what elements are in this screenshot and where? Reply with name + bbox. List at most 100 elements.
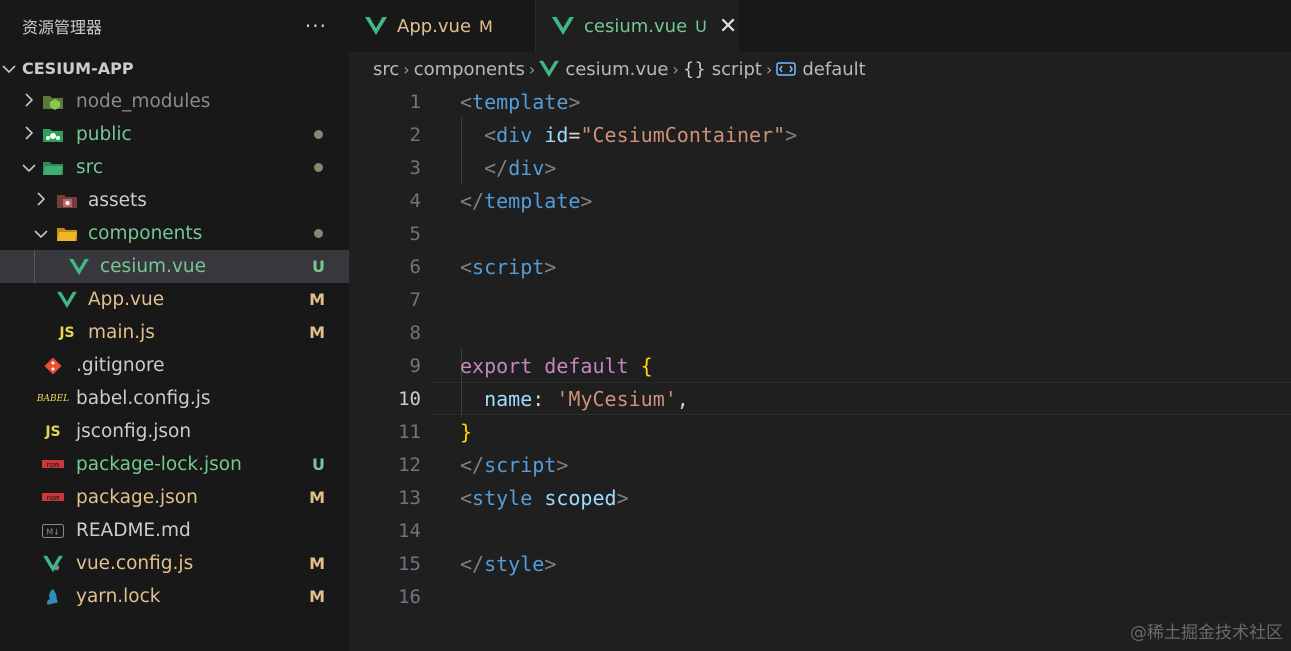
tree-file-yarn-lock[interactable]: yarn.lock M [0,580,349,613]
close-icon[interactable]: ✕ [719,14,737,39]
tree-file-babel-config-js[interactable]: BABEL babel.config.js [0,382,349,415]
tab-app-vue[interactable]: App.vue M [349,0,536,52]
assets-folder-icon [56,191,78,211]
code-token: </ [484,155,509,180]
tree-file-package-json[interactable]: npm package.json M [0,481,349,514]
tab-label: cesium.vue [584,15,688,37]
code-token: > [556,452,569,477]
tree-file-app-vue[interactable]: App.vue M [0,283,349,316]
code-token: template [472,89,569,114]
chevron-right-icon [32,191,50,210]
tree-file-vue-config-js[interactable]: vue.config.js M [0,547,349,580]
code-line[interactable]: 16 [349,580,1291,613]
tab-status-badge: M [479,16,493,36]
chevron-right-icon [20,92,38,111]
tree-item-label: components [88,223,203,244]
tree-file-cesium-vue[interactable]: cesium.vue U [0,250,349,283]
tree-folder-assets[interactable]: assets [0,184,349,217]
code-token: > [580,188,593,213]
code-line[interactable]: 1 <template> [349,85,1291,118]
tree-item-label: node_modules [76,91,211,112]
git-status-badge: M [309,488,325,507]
code-token: script [484,452,557,477]
code-token: style [484,551,545,576]
breadcrumb-item-components[interactable]: components [414,59,525,80]
tree-item-label: src [76,157,104,178]
code-line[interactable]: 5 [349,217,1291,250]
npm-icon: npm [42,488,64,508]
tree-file-package-lock-json[interactable]: npm package-lock.json U [0,448,349,481]
code-text: <script> [460,255,556,279]
line-number: 14 [398,519,421,542]
svg-text:npm: npm [47,494,60,502]
code-token: "CesiumContainer" [580,122,786,147]
code-token: default [544,353,629,378]
svg-text:M↓: M↓ [46,527,60,536]
code-token: div [496,122,533,147]
tree-item-label: README.md [76,520,191,541]
braces-icon: {} [682,58,706,80]
code-line[interactable]: 9 export default { [349,349,1291,382]
code-line[interactable]: 7 [349,283,1291,316]
code-line[interactable]: 3 </div> [349,151,1291,184]
node-folder-icon [42,92,64,112]
tree-item-label: cesium.vue [100,256,207,277]
explorer-sidebar: 资源管理器 ··· CESIUM-APP node_modulespublic s… [0,0,349,651]
js-icon: JS [59,324,75,341]
more-actions-icon[interactable]: ··· [305,14,327,38]
code-token: } [460,419,473,444]
workspace-root-label: CESIUM-APP [22,59,134,78]
tree-folder-src[interactable]: src [0,151,349,184]
code-token: { [640,353,653,378]
git-status-dot [314,229,323,238]
code-line[interactable]: 2 <div id="CesiumContainer"> [349,118,1291,151]
chevron-down-icon [32,225,50,243]
breadcrumb-item-src[interactable]: src [373,59,399,80]
code-line[interactable]: 15 </style> [349,547,1291,580]
breadcrumb-item-default[interactable]: default [802,59,865,80]
code-token: , [676,386,689,411]
git-status-badge: M [309,587,325,606]
code-line[interactable]: 11} [349,415,1291,448]
code-text: </style> [460,552,556,576]
code-line[interactable]: 10 name: 'MyCesium', [349,382,1291,415]
tree-item-label: assets [88,190,147,211]
code-line[interactable]: 13 <style scoped> [349,481,1291,514]
chevron-down-icon [0,60,18,78]
code-line[interactable]: 4 </template> [349,184,1291,217]
code-token: script [472,254,545,279]
line-number: 13 [398,486,421,509]
tree-file-main-js[interactable]: JS main.js M [0,316,349,349]
code-token: style [472,485,533,510]
tree-folder-public[interactable]: public [0,118,349,151]
code-editor[interactable]: 1 <template> 2 <div id="CesiumContainer"> 3… [349,85,1291,613]
breadcrumb-item-file[interactable]: cesium.vue [565,59,668,80]
tab-cesium-vue[interactable]: cesium.vue U ✕ [536,0,739,52]
tree-folder-node-modules[interactable]: node_modules [0,85,349,118]
explorer-header: 资源管理器 ··· [0,0,349,52]
tree-file-jsconfig-json[interactable]: JS jsconfig.json [0,415,349,448]
code-line[interactable]: 12 </script> [349,448,1291,481]
code-line[interactable]: 6 <script> [349,250,1291,283]
code-text: name: 'MyCesium', [460,387,689,411]
breadcrumb-item-script[interactable]: script [712,59,762,80]
chevron-right-icon: › [672,59,679,79]
git-status-dot [314,163,323,172]
line-number: 4 [409,189,421,212]
workspace-root[interactable]: CESIUM-APP [0,52,349,85]
code-line[interactable]: 14 [349,514,1291,547]
code-token: > [544,551,557,576]
tree-file-readme-md[interactable]: M↓ README.md [0,514,349,547]
tree-file-gitignore[interactable]: .gitignore [0,349,349,382]
code-line[interactable]: 8 [349,316,1291,349]
tree-folder-components[interactable]: components [0,217,349,250]
code-text: export default { [460,354,653,378]
vue-icon [552,16,574,36]
code-token: > [616,485,629,510]
git-status-dot [314,130,323,139]
